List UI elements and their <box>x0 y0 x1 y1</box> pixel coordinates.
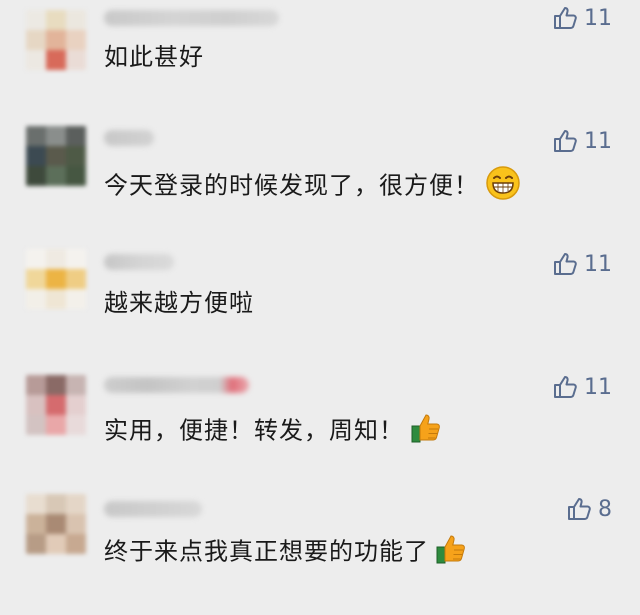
comment-text-content: 今天登录的时候发现了，很方便！ <box>104 171 479 200</box>
avatar[interactable] <box>26 375 86 435</box>
thumb-up-outline-icon <box>554 253 577 275</box>
like-count: 11 <box>584 251 612 277</box>
comment-text-content: 终于来点我真正想要的功能了 <box>104 537 429 566</box>
comment-text: 越来越方便啦 <box>104 289 254 317</box>
username-blurred[interactable] <box>104 501 202 517</box>
thumb-up-outline-icon <box>554 130 577 152</box>
like-button[interactable]: 11 <box>552 3 612 33</box>
comment-item: 今天登录的时候发现了，很方便！ 11 <box>0 123 640 246</box>
grin-emoji <box>485 165 521 208</box>
comment-text: 如此甚好 <box>104 43 204 71</box>
thumb-up-outline-icon <box>554 7 577 29</box>
comment-item: 如此甚好 11 <box>0 0 640 123</box>
like-button[interactable]: 11 <box>552 126 612 156</box>
like-count: 11 <box>584 374 612 400</box>
comment-text: 实用，便捷！转发，周知！ <box>104 411 444 452</box>
like-button[interactable]: 11 <box>552 372 612 402</box>
username-blurred[interactable] <box>104 130 154 146</box>
thumb-up-outline-icon <box>554 376 577 398</box>
comment-item: 越来越方便啦 11 <box>0 246 640 369</box>
comment-item: 实用，便捷！转发，周知！ 11 <box>0 369 640 492</box>
comment-item: 终于来点我真正想要的功能了 8 <box>0 492 640 615</box>
like-count: 8 <box>598 496 612 522</box>
avatar[interactable] <box>26 249 86 309</box>
like-count: 11 <box>584 5 612 31</box>
like-count: 11 <box>584 128 612 154</box>
like-button[interactable]: 8 <box>566 494 612 524</box>
thumbs-up-emoji <box>435 532 469 573</box>
like-button[interactable]: 11 <box>552 249 612 279</box>
thumb-up-outline-icon <box>568 498 591 520</box>
avatar[interactable] <box>26 126 86 186</box>
avatar[interactable] <box>26 10 86 70</box>
avatar[interactable] <box>26 494 86 554</box>
comment-text: 终于来点我真正想要的功能了 <box>104 532 469 573</box>
thumbs-up-emoji <box>410 411 444 452</box>
comment-text-content: 实用，便捷！转发，周知！ <box>104 416 404 445</box>
comments-page: { "comments": [ {"text": "如此甚好", "likes"… <box>0 0 640 574</box>
username-blurred[interactable] <box>104 254 174 270</box>
username-blurred[interactable] <box>104 377 249 393</box>
username-blurred[interactable] <box>104 10 279 26</box>
comment-text: 今天登录的时候发现了，很方便！ <box>104 165 521 208</box>
